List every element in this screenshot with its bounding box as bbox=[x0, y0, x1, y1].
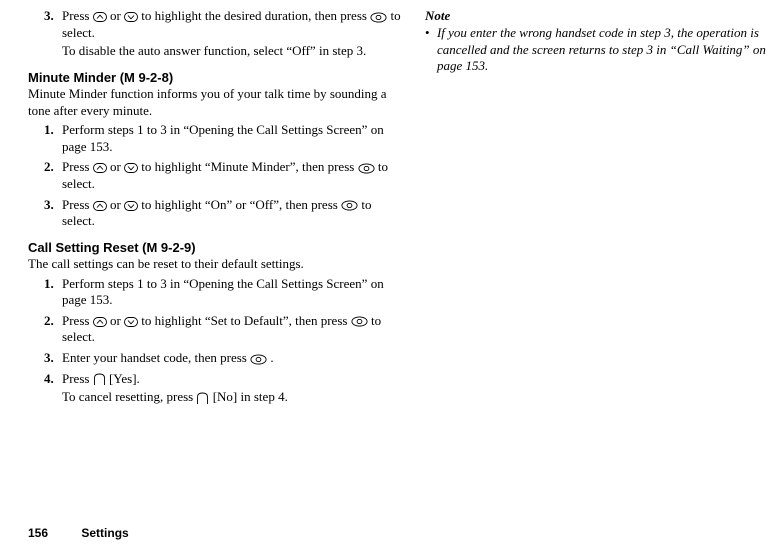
step-followup: To cancel resetting, press [No] in step … bbox=[62, 389, 405, 406]
top-step3-block: 3. Press or to highlight the desired dur… bbox=[44, 8, 405, 60]
page-columns: 3. Press or to highlight the desired dur… bbox=[0, 8, 784, 408]
text: To cancel resetting, press bbox=[62, 389, 196, 404]
text: [Yes]. bbox=[109, 371, 140, 386]
down-key-icon bbox=[124, 317, 138, 327]
minute-steps: 1. Perform steps 1 to 3 in “Opening the … bbox=[44, 122, 405, 230]
up-key-icon bbox=[93, 163, 107, 173]
text: to highlight “On” or “Off”, then press bbox=[141, 197, 341, 212]
right-column: Note • If you enter the wrong handset co… bbox=[425, 8, 774, 408]
step-number: 1. bbox=[44, 122, 62, 155]
up-key-icon bbox=[93, 201, 107, 211]
step-item: 3. Press or to highlight the desired dur… bbox=[44, 8, 405, 60]
select-key-icon bbox=[370, 12, 387, 23]
step-number: 2. bbox=[44, 313, 62, 346]
heading-call-reset: Call Setting Reset (M 9-2-9) bbox=[28, 240, 405, 255]
text: Press bbox=[62, 371, 93, 386]
select-key-icon bbox=[351, 316, 368, 327]
text: Press bbox=[62, 8, 93, 23]
softkey-icon bbox=[196, 392, 209, 405]
step-body: Press or to highlight “On” or “Off”, the… bbox=[62, 197, 405, 230]
step-body: Press or to highlight “Set to Default”, … bbox=[62, 313, 405, 346]
intro-call-reset: The call settings can be reset to their … bbox=[28, 256, 405, 273]
step-followup: To disable the auto answer function, sel… bbox=[62, 43, 405, 60]
select-key-icon bbox=[341, 200, 358, 211]
text: . bbox=[270, 350, 273, 365]
text: or bbox=[110, 8, 124, 23]
step-body: Perform steps 1 to 3 in “Opening the Cal… bbox=[62, 276, 405, 309]
up-key-icon bbox=[93, 12, 107, 22]
text: or bbox=[110, 197, 124, 212]
step-item: 1. Perform steps 1 to 3 in “Opening the … bbox=[44, 276, 405, 309]
step-item: 3. Enter your handset code, then press . bbox=[44, 350, 405, 367]
step-item: 3. Press or to highlight “On” or “Off”, … bbox=[44, 197, 405, 230]
step-body: Press or to highlight the desired durati… bbox=[62, 8, 405, 60]
text: to highlight “Minute Minder”, then press bbox=[141, 159, 357, 174]
select-key-icon bbox=[358, 163, 375, 174]
step-number: 3. bbox=[44, 197, 62, 230]
note-text: If you enter the wrong handset code in s… bbox=[437, 25, 774, 75]
bullet-icon: • bbox=[425, 25, 437, 75]
page-number: 156 bbox=[28, 526, 48, 540]
left-column: 3. Press or to highlight the desired dur… bbox=[28, 8, 405, 408]
step-body: Press [Yes]. To cancel resetting, press … bbox=[62, 371, 405, 406]
text: Press bbox=[62, 159, 93, 174]
step-body: Press or to highlight “Minute Minder”, t… bbox=[62, 159, 405, 192]
text: to highlight “Set to Default”, then pres… bbox=[141, 313, 350, 328]
text: or bbox=[110, 313, 124, 328]
step-number: 3. bbox=[44, 8, 62, 60]
step-number: 1. bbox=[44, 276, 62, 309]
step-item: 2. Press or to highlight “Set to Default… bbox=[44, 313, 405, 346]
step-body: Perform steps 1 to 3 in “Opening the Cal… bbox=[62, 122, 405, 155]
select-key-icon bbox=[250, 354, 267, 365]
note-body: • If you enter the wrong handset code in… bbox=[425, 25, 774, 75]
text: [No] in step 4. bbox=[213, 389, 288, 404]
page-footer: 156 Settings bbox=[28, 526, 129, 540]
text: or bbox=[110, 159, 124, 174]
section-title: Settings bbox=[81, 526, 128, 540]
step-number: 2. bbox=[44, 159, 62, 192]
step-body: Enter your handset code, then press . bbox=[62, 350, 405, 367]
note-heading: Note bbox=[425, 8, 774, 24]
step-item: 2. Press or to highlight “Minute Minder”… bbox=[44, 159, 405, 192]
heading-minute-minder: Minute Minder (M 9-2-8) bbox=[28, 70, 405, 85]
down-key-icon bbox=[124, 163, 138, 173]
down-key-icon bbox=[124, 201, 138, 211]
text: Press bbox=[62, 313, 93, 328]
intro-minute-minder: Minute Minder function informs you of yo… bbox=[28, 86, 405, 119]
down-key-icon bbox=[124, 12, 138, 22]
step-number: 3. bbox=[44, 350, 62, 367]
text: Press bbox=[62, 197, 93, 212]
text: Enter your handset code, then press bbox=[62, 350, 250, 365]
step-number: 4. bbox=[44, 371, 62, 406]
reset-steps: 1. Perform steps 1 to 3 in “Opening the … bbox=[44, 276, 405, 406]
step-item: 1. Perform steps 1 to 3 in “Opening the … bbox=[44, 122, 405, 155]
step-item: 4. Press [Yes]. To cancel resetting, pre… bbox=[44, 371, 405, 406]
up-key-icon bbox=[93, 317, 107, 327]
text: to highlight the desired duration, then … bbox=[141, 8, 370, 23]
softkey-icon bbox=[93, 373, 106, 386]
